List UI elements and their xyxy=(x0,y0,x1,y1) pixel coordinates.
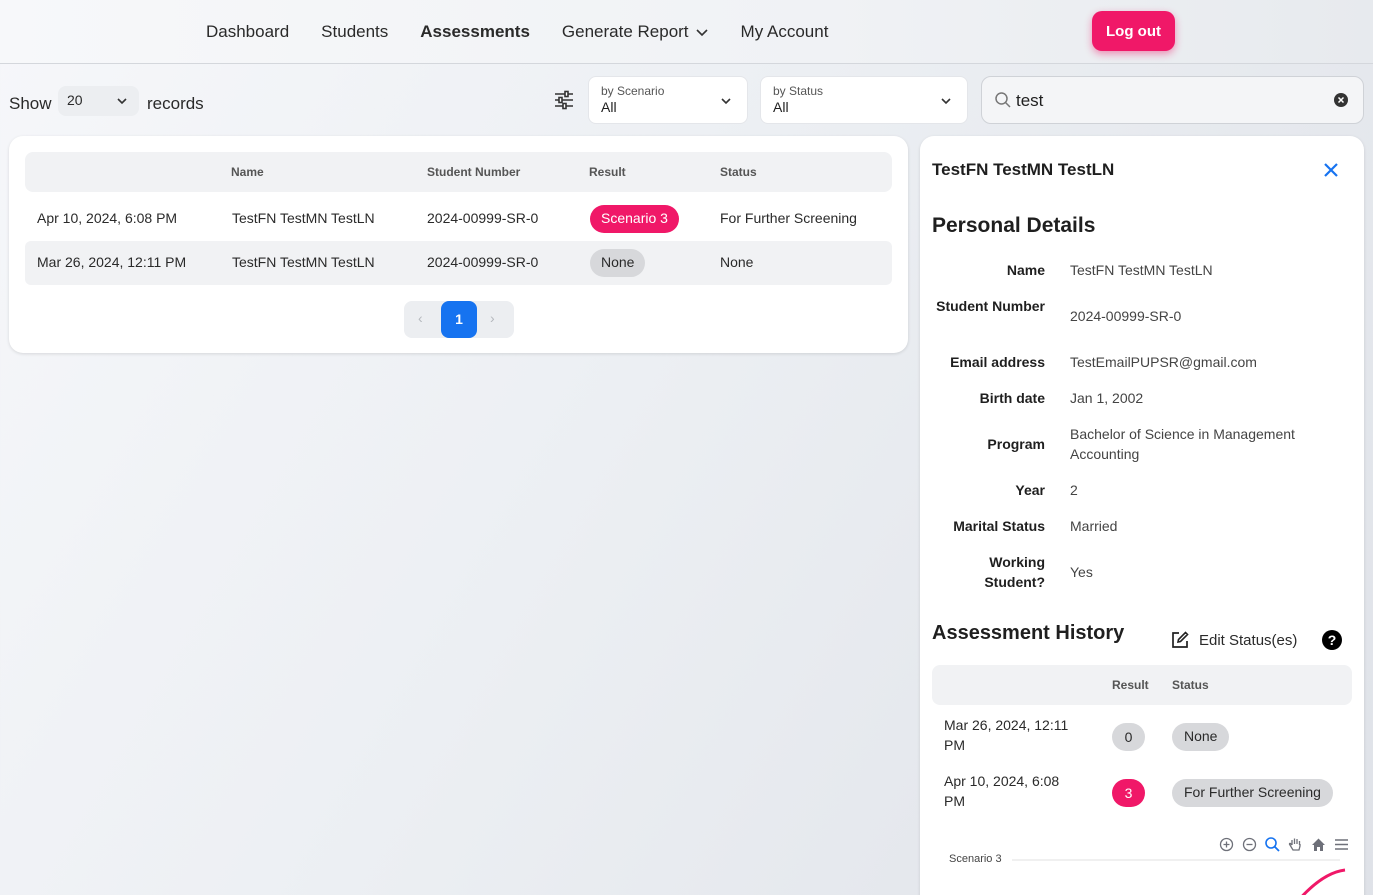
page-size-select[interactable]: 20 xyxy=(58,86,139,116)
student-detail-panel: TestFN TestMN TestLN Personal Details Na… xyxy=(920,136,1364,895)
sliders-icon[interactable] xyxy=(553,89,575,111)
detail-value: Bachelor of Science in Management Accoun… xyxy=(1070,426,1295,462)
page-1-button[interactable]: 1 xyxy=(441,301,477,338)
row-date: Mar 26, 2024, 12:11 PM xyxy=(37,254,187,270)
chart-y-tick-label: Scenario 3 xyxy=(949,853,1002,865)
next-page-button[interactable]: › xyxy=(490,310,495,326)
column-header-status: Status xyxy=(720,165,757,179)
status-filter-select[interactable]: by Status All xyxy=(760,76,968,124)
nav-dashboard[interactable]: Dashboard xyxy=(206,22,289,42)
row-name: TestFN TestMN TestLN xyxy=(232,254,375,270)
column-header-name: Name xyxy=(231,165,264,179)
row-name: TestFN TestMN TestLN xyxy=(232,210,375,226)
nav-assessments[interactable]: Assessments xyxy=(420,22,530,42)
detail-value: 2024-00999-SR-0 xyxy=(1070,308,1182,324)
detail-label: Year xyxy=(1015,482,1045,498)
detail-label: Marital Status xyxy=(953,518,1045,534)
scenario-filter-value: All xyxy=(601,99,617,115)
history-column-status: Status xyxy=(1172,678,1209,692)
detail-label: Email address xyxy=(950,354,1045,370)
help-icon[interactable]: ? xyxy=(1322,630,1342,650)
table-row[interactable]: Apr 10, 2024, 6:08 PM TestFN TestMN Test… xyxy=(25,197,892,241)
status-filter-caption: by Status xyxy=(773,84,824,98)
detail-label: Working Student? xyxy=(984,554,1045,590)
nav-students[interactable]: Students xyxy=(321,22,388,42)
detail-value: Married xyxy=(1070,518,1118,534)
panel-title: TestFN TestMN TestLN xyxy=(932,160,1115,179)
show-label: Show xyxy=(9,94,52,113)
detail-label: Name xyxy=(1006,262,1045,278)
chevron-down-icon xyxy=(721,98,731,105)
top-nav-bar: Dashboard Students Assessments Generate … xyxy=(0,0,1373,64)
result-badge: None xyxy=(590,249,646,277)
logout-button[interactable]: Log out xyxy=(1092,11,1175,51)
search-box xyxy=(981,76,1364,124)
nav-generate-report-label: Generate Report xyxy=(561,22,689,41)
chevron-down-icon xyxy=(941,98,951,105)
detail-value: Jan 1, 2002 xyxy=(1070,390,1144,406)
table-header: Name Student Number Result Status xyxy=(25,152,892,192)
nav-my-account-label: My Account xyxy=(740,22,829,41)
chevron-down-icon xyxy=(117,98,127,105)
clear-circle-icon[interactable] xyxy=(1333,92,1349,108)
history-date: Mar 26, 2024, 12:11 PM xyxy=(944,717,1069,753)
detail-value: Yes xyxy=(1070,564,1093,580)
records-label: records xyxy=(147,94,204,113)
detail-value: TestEmailPUPSR@gmail.com xyxy=(1070,354,1257,370)
personal-details-heading: Personal Details xyxy=(932,214,1096,237)
history-row[interactable]: Mar 26, 2024, 12:11 PM 0 None xyxy=(932,709,1352,765)
result-badge: Scenario 3 xyxy=(590,205,679,233)
history-status-badge: None xyxy=(1172,723,1230,751)
detail-value: 2 xyxy=(1070,482,1078,498)
scenario-filter-select[interactable]: by Scenario All xyxy=(588,76,748,124)
table-row[interactable]: Mar 26, 2024, 12:11 PM TestFN TestMN Tes… xyxy=(25,241,892,285)
svg-text:?: ? xyxy=(1328,632,1337,648)
close-icon[interactable] xyxy=(1322,161,1340,179)
assessment-history-chart xyxy=(1012,859,1346,895)
main-nav: Dashboard Students Assessments Generate … xyxy=(206,0,828,64)
detail-value: TestFN TestMN TestLN xyxy=(1070,262,1213,278)
edit-status-label: Edit Status(es) xyxy=(1199,631,1298,649)
prev-page-button[interactable]: ‹ xyxy=(418,310,423,326)
nav-students-label: Students xyxy=(321,22,389,41)
history-column-result: Result xyxy=(1112,678,1149,692)
detail-label: Program xyxy=(987,436,1045,452)
detail-label: Student Number xyxy=(936,298,1045,314)
assessment-history-heading: Assessment History xyxy=(932,622,1125,644)
chevron-down-icon xyxy=(695,29,708,37)
search-icon xyxy=(995,92,1011,108)
history-status-badge: For Further Screening xyxy=(1172,779,1333,807)
row-student-number: 2024-00999-SR-0 xyxy=(427,210,539,226)
row-student-number: 2024-00999-SR-0 xyxy=(427,254,539,270)
history-table-header: Result Status xyxy=(932,665,1352,705)
detail-label: Birth date xyxy=(979,390,1045,406)
row-status: None xyxy=(720,254,754,270)
column-header-student-number: Student Number xyxy=(427,165,521,179)
nav-generate-report[interactable]: Generate Report xyxy=(562,22,709,42)
scenario-filter-caption: by Scenario xyxy=(601,84,665,98)
nav-my-account[interactable]: My Account xyxy=(741,22,829,42)
edit-icon xyxy=(1172,631,1189,648)
edit-status-button[interactable]: Edit Status(es) xyxy=(1170,630,1297,650)
column-header-result: Result xyxy=(589,165,626,179)
pagination: ‹ 1 › xyxy=(404,301,514,338)
row-date: Apr 10, 2024, 6:08 PM xyxy=(37,210,178,226)
status-filter-value: All xyxy=(773,99,789,115)
page-size-value: 20 xyxy=(67,92,83,108)
row-status: For Further Screening xyxy=(720,210,857,226)
nav-assessments-label: Assessments xyxy=(420,22,530,41)
history-date: Apr 10, 2024, 6:08 PM xyxy=(944,773,1060,809)
nav-dashboard-label: Dashboard xyxy=(206,22,290,41)
history-result-badge: 0 xyxy=(1112,723,1145,751)
search-input[interactable] xyxy=(1016,89,1316,113)
assessments-table-card: Name Student Number Result Status Apr 10… xyxy=(9,136,908,353)
history-result-badge: 3 xyxy=(1112,779,1145,807)
history-row[interactable]: Apr 10, 2024, 6:08 PM 3 For Further Scre… xyxy=(932,765,1352,821)
